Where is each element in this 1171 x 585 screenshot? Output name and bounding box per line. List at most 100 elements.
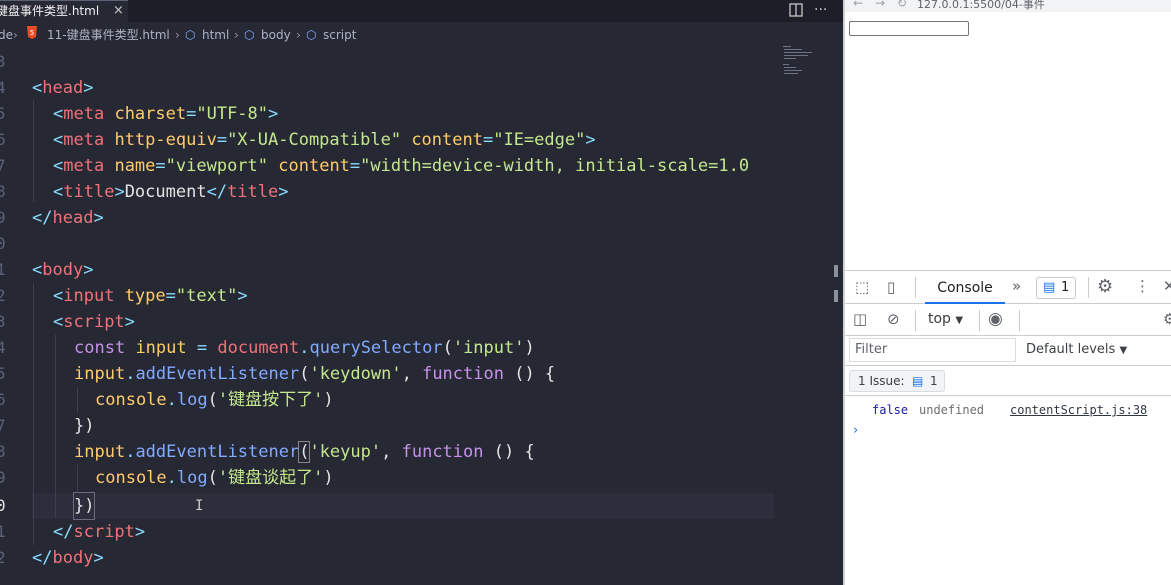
close-icon[interactable]: ×	[113, 2, 124, 20]
issues-badge[interactable]: ▤ 1	[1036, 277, 1076, 299]
eye-icon[interactable]: ◉	[988, 309, 1003, 329]
gear-icon[interactable]: ⚙	[1097, 276, 1113, 297]
issues-label: 1 Issue:	[858, 374, 905, 388]
devtools-panel: ⬚ ▯ Console » ▤ 1 ⚙ ⋮ ✕ ◫ ⊘ top ▼ ◉ ⚙ Fi…	[845, 270, 1171, 585]
code-line: 9 </head>	[0, 205, 843, 231]
breadcrumb-script[interactable]: script	[323, 26, 356, 44]
dropdown-arrow-icon: ▼	[955, 315, 964, 326]
code-token: head	[42, 78, 84, 98]
filter-input[interactable]: Filter	[849, 338, 1016, 362]
code-token: meta	[63, 130, 105, 150]
inspect-element-icon[interactable]: ⬚	[855, 278, 869, 296]
code-token: <	[53, 182, 64, 202]
html5-file-icon: 5	[26, 26, 38, 44]
code-token: </	[53, 522, 74, 542]
browser-window: ← → ↻ 127.0.0.1:5500/04-事件 ⬚ ▯ Console »…	[845, 0, 1171, 585]
code-line: 6 console.log('键盘按下了')	[0, 387, 843, 413]
breadcrumb-html[interactable]: html	[202, 26, 229, 44]
code-token: </	[32, 548, 53, 568]
code-line: 8 input.addEventListener('keyup', functio…	[0, 439, 843, 465]
gear-icon[interactable]: ⚙	[1163, 310, 1171, 328]
more-actions-icon[interactable]: ···	[814, 0, 827, 20]
code-editor[interactable]: 键盘事件类型.html × ··· de › 5 11-键盘事件类型.html …	[0, 0, 843, 585]
code-token: content	[278, 156, 350, 176]
line-number: 7	[0, 416, 6, 435]
split-editor-icon[interactable]	[788, 2, 804, 18]
log-value: undefined	[919, 403, 985, 417]
chevron-right-icon: ›	[13, 28, 18, 42]
code-token: '键盘谈起了'	[217, 468, 324, 488]
editor-tab-active[interactable]: 键盘事件类型.html ×	[0, 0, 128, 22]
code-token: >	[114, 182, 125, 202]
svg-text:5: 5	[30, 29, 34, 37]
code-token: .	[125, 442, 136, 462]
code-token: "IE=edge"	[493, 130, 586, 150]
address-bar[interactable]: 127.0.0.1:5500/04-事件	[917, 0, 1045, 12]
breadcrumb-file[interactable]: 11-键盘事件类型.html	[47, 26, 170, 44]
levels-label: Default levels	[1026, 342, 1116, 357]
line-number: 0	[0, 496, 6, 515]
code-token: script	[73, 522, 135, 542]
line-number: 3	[0, 52, 6, 71]
reload-icon[interactable]: ↻	[897, 0, 907, 10]
code-token: <	[53, 312, 64, 332]
code-token: content	[411, 130, 483, 150]
tab-console[interactable]: Console	[925, 271, 1005, 304]
code-token: )	[524, 338, 535, 358]
code-token: >	[134, 522, 146, 542]
code-token: >	[268, 104, 279, 124]
element-icon: ⬡	[185, 28, 196, 42]
code-token: </	[206, 182, 228, 202]
line-number: 4	[0, 338, 6, 357]
breadcrumb-root[interactable]: de	[0, 26, 13, 44]
code-token: =	[186, 104, 197, 124]
message-icon: ▤	[1043, 280, 1056, 295]
code-token: "X-UA-Compatible"	[227, 130, 402, 150]
log-levels-dropdown[interactable]: Default levels ▼	[1026, 339, 1127, 362]
console-prompt-icon[interactable]: ›	[853, 423, 858, 438]
sidebar-toggle-icon[interactable]: ◫	[853, 310, 867, 328]
console-toolbar: ◫ ⊘ top ▼ ◉ ⚙	[845, 304, 1171, 336]
code-token: >	[278, 182, 289, 202]
kebab-menu-icon[interactable]: ⋮	[1135, 277, 1150, 295]
code-token: addEventListener	[135, 364, 300, 384]
issues-button[interactable]: 1 Issue: ▤ 1	[849, 370, 945, 392]
close-icon[interactable]: ✕	[1163, 277, 1171, 295]
chevron-right-icon: ›	[234, 28, 239, 42]
code-line: 1 </script>	[0, 519, 843, 545]
code-line: 7 <meta name="viewport" content="width=de…	[0, 153, 843, 179]
code-token: title	[227, 182, 279, 202]
code-token: log	[176, 390, 208, 410]
code-token: })	[74, 416, 95, 436]
back-icon[interactable]: ←	[853, 0, 863, 10]
code-token: <	[32, 260, 43, 280]
text-input[interactable]	[849, 21, 969, 36]
line-number: 6	[0, 130, 6, 149]
code-token: type	[124, 286, 166, 306]
breadcrumb-body[interactable]: body	[261, 26, 291, 44]
dropdown-arrow-icon: ▼	[1119, 345, 1128, 356]
code-line: 5 <meta charset="UTF-8">	[0, 101, 843, 127]
line-number: 2	[0, 548, 6, 567]
code-token: function	[422, 364, 504, 384]
code-token: 'keydown'	[309, 364, 402, 384]
code-line: 0})	[0, 492, 843, 520]
code-token: .	[299, 338, 310, 358]
console-log-row: false undefined contentScript.js:38	[845, 399, 1171, 421]
line-number: 1	[0, 260, 6, 279]
log-source-link[interactable]: contentScript.js:38	[1010, 399, 1147, 421]
code-line: 7})	[0, 413, 843, 439]
code-token: body	[42, 260, 84, 280]
code-token: .	[125, 364, 136, 384]
editor-tab-label: 键盘事件类型.html	[0, 4, 100, 18]
line-number: 8	[0, 442, 6, 461]
context-selector[interactable]: top ▼	[928, 311, 963, 327]
divider	[1019, 310, 1020, 331]
more-tabs-icon[interactable]: »	[1012, 277, 1021, 295]
code-token: (	[298, 441, 311, 463]
device-toolbar-icon[interactable]: ▯	[887, 278, 895, 296]
clear-console-icon[interactable]: ⊘	[887, 310, 900, 328]
line-number: 9	[0, 468, 6, 487]
code-token: >	[93, 548, 104, 568]
forward-icon[interactable]: →	[875, 0, 885, 10]
